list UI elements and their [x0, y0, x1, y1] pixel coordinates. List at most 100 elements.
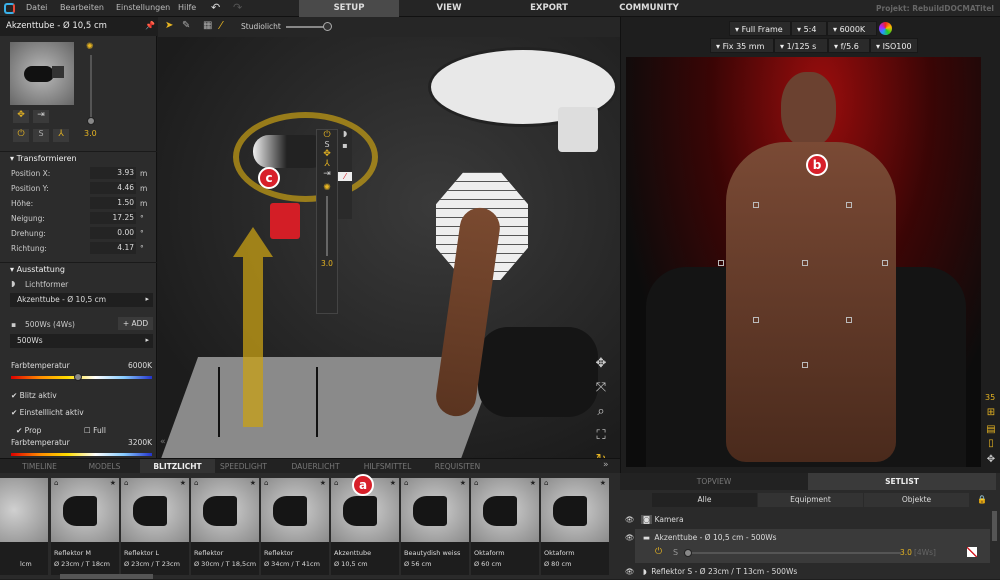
flash-dropdown[interactable]: 500Ws: [10, 334, 153, 348]
library-card[interactable]: ⌂ ★ Reflektor Ø 34cm / T 41cm: [261, 478, 329, 575]
library-card-partial[interactable]: lcm: [0, 478, 48, 575]
setlist-row[interactable]: 👁 ◙ Kamera: [620, 511, 990, 528]
tab-setlist[interactable]: SETLIST: [808, 473, 996, 490]
redo-icon[interactable]: ↷: [233, 1, 242, 14]
focus-point[interactable]: [882, 260, 888, 266]
lock-icon[interactable]: 🔒: [977, 495, 987, 504]
setlist-scrollbar[interactable]: [992, 511, 997, 541]
iso-dropdown[interactable]: ▾ ISO100: [870, 38, 918, 53]
library-card[interactable]: ⌂ ★ Oktaform Ø 80 cm: [541, 478, 609, 575]
orbit-icon[interactable]: ✥: [592, 352, 610, 376]
filter-equipment[interactable]: Equipment: [758, 493, 863, 507]
favorite-star-icon[interactable]: ★: [110, 479, 116, 487]
menu-bearbeiten[interactable]: Bearbeiten: [60, 3, 104, 12]
power-icon[interactable]: ⏻: [655, 547, 662, 557]
library-tab-hilfsmittel[interactable]: HILFSMITTEL: [350, 459, 425, 474]
tab-topview[interactable]: TOPVIEW: [620, 473, 808, 490]
modeling-light-checkbox[interactable]: ✔ Einstelllicht aktiv: [11, 408, 84, 417]
line-icon[interactable]: ⁄: [220, 19, 222, 32]
favorite-star-icon[interactable]: ★: [600, 479, 606, 487]
library-card[interactable]: ⌂ ★ Reflektor LØ 23cm / T 23cm: [121, 478, 189, 575]
undo-icon[interactable]: ↶: [211, 1, 220, 14]
add-button[interactable]: + ADD: [118, 317, 153, 330]
tab-view[interactable]: VIEW: [399, 0, 499, 17]
shutter-dropdown[interactable]: ▾ 1/125 s: [774, 38, 828, 53]
color-temp-knob[interactable]: [74, 373, 82, 381]
reset-view-icon[interactable]: ↻: [592, 448, 610, 458]
transform-value-input[interactable]: 4.46: [90, 182, 136, 194]
favorite-star-icon[interactable]: ★: [320, 479, 326, 487]
color-picker-icon[interactable]: [879, 22, 892, 35]
power-slider-knob[interactable]: [87, 117, 95, 125]
studiolight-knob[interactable]: [323, 22, 332, 31]
pin-icon[interactable]: 📌: [145, 21, 155, 30]
orientation-icon[interactable]: ▯: [984, 438, 998, 452]
measure-icon[interactable]: ✎: [182, 20, 190, 31]
focus-point[interactable]: [846, 202, 852, 208]
tab-setup[interactable]: SETUP: [299, 0, 399, 17]
lens-dropdown[interactable]: ▾ Fix 35 mm: [710, 38, 774, 53]
visibility-eye-icon[interactable]: 👁: [625, 515, 635, 524]
favorite-star-icon[interactable]: ★: [460, 479, 466, 487]
histogram-icon[interactable]: ▤: [984, 424, 998, 438]
tripod-icon[interactable]: ⅄: [317, 159, 337, 169]
filter-alle[interactable]: Alle: [652, 493, 757, 507]
library-tab-dauerlicht[interactable]: DAUERLICHT: [278, 459, 353, 474]
menu-hilfe[interactable]: Hilfe: [178, 3, 196, 12]
zoom-icon[interactable]: ⌕: [592, 400, 610, 424]
full-checkbox[interactable]: ☐ Full: [84, 426, 106, 435]
sensor-dropdown[interactable]: ▾ Full Frame: [729, 21, 791, 36]
fit-view-icon[interactable]: ⛶: [592, 424, 610, 448]
power-slider[interactable]: [90, 55, 92, 125]
color-temp2-slider[interactable]: [11, 453, 152, 456]
power-icon[interactable]: ⏻: [317, 130, 337, 140]
library-tab-models[interactable]: MODELS: [67, 459, 142, 474]
pan-icon[interactable]: ⤧: [592, 376, 610, 400]
setlist-row[interactable]: 👁 ◗ Reflektor S - Ø 23cm / T 13cm - 500W…: [620, 563, 990, 580]
library-card[interactable]: ⌂ ★ Oktaform Ø 60 cm: [471, 478, 539, 575]
power-icon[interactable]: ⏻: [13, 129, 29, 142]
library-tab-timeline[interactable]: TIMELINE: [2, 459, 77, 474]
focus-point[interactable]: [718, 260, 724, 266]
solo-button[interactable]: S: [673, 548, 678, 557]
modifier-icon[interactable]: ◗: [338, 129, 352, 138]
grid-icon[interactable]: ▦: [203, 20, 212, 31]
library-tab-speedlight[interactable]: SPEEDLIGHT: [206, 459, 281, 474]
favorite-star-icon[interactable]: ★: [530, 479, 536, 487]
aperture-dropdown[interactable]: ▾ f/5.6: [828, 38, 870, 53]
visibility-eye-icon[interactable]: 👁: [625, 567, 635, 576]
menu-einstellungen[interactable]: Einstellungen: [116, 3, 170, 12]
setlist-row[interactable]: 👁 ▬ Akzenttube - Ø 10,5 cm - 500Ws: [620, 529, 990, 546]
disable-icon[interactable]: ⁄: [338, 172, 352, 181]
favorite-star-icon[interactable]: ★: [180, 479, 186, 487]
section-transformieren[interactable]: ▾ Transformieren: [0, 151, 157, 165]
library-tab-requisiten[interactable]: REQUISITEN: [420, 459, 495, 474]
library-tab-blitzlicht[interactable]: BLITZLICHT: [140, 459, 215, 474]
modifier-dropdown[interactable]: Akzenttube - Ø 10,5 cm: [10, 293, 153, 307]
row-power-knob[interactable]: [684, 549, 692, 557]
move-icon[interactable]: ✥: [317, 149, 337, 159]
filter-objekte[interactable]: Objekte: [864, 493, 969, 507]
move-icon[interactable]: ✥: [13, 110, 29, 123]
transform-value-input[interactable]: 3.93: [90, 167, 136, 179]
align-icon[interactable]: ⇥: [33, 110, 49, 123]
select-cursor-icon[interactable]: ➤: [165, 20, 173, 31]
solo-button[interactable]: S: [33, 129, 49, 142]
focus-point[interactable]: [802, 362, 808, 368]
row-power-slider[interactable]: [686, 552, 901, 554]
library-card[interactable]: ⌂ ★ Beautydish weiss Ø 56 cm: [401, 478, 469, 575]
move-icon[interactable]: ✥: [984, 454, 998, 468]
camera-preview[interactable]: b: [626, 57, 981, 467]
ratio-dropdown[interactable]: ▾ 5:4: [791, 21, 827, 36]
focus-point[interactable]: [802, 260, 808, 266]
focus-point[interactable]: [753, 202, 759, 208]
transform-value-input[interactable]: 1.50: [90, 197, 136, 209]
focus-point[interactable]: [753, 317, 759, 323]
wb-dropdown[interactable]: ▾ 6000K: [827, 21, 877, 36]
studiolight-slider[interactable]: [286, 26, 328, 28]
library-card[interactable]: ⌂ ★ Reflektor Ø 30cm / T 18,5cm: [191, 478, 259, 575]
favorite-star-icon[interactable]: ★: [390, 479, 396, 487]
transform-value-input[interactable]: 17.25: [90, 212, 136, 224]
solo-icon[interactable]: S: [317, 140, 337, 149]
flash-head-icon[interactable]: ▪: [338, 141, 352, 150]
